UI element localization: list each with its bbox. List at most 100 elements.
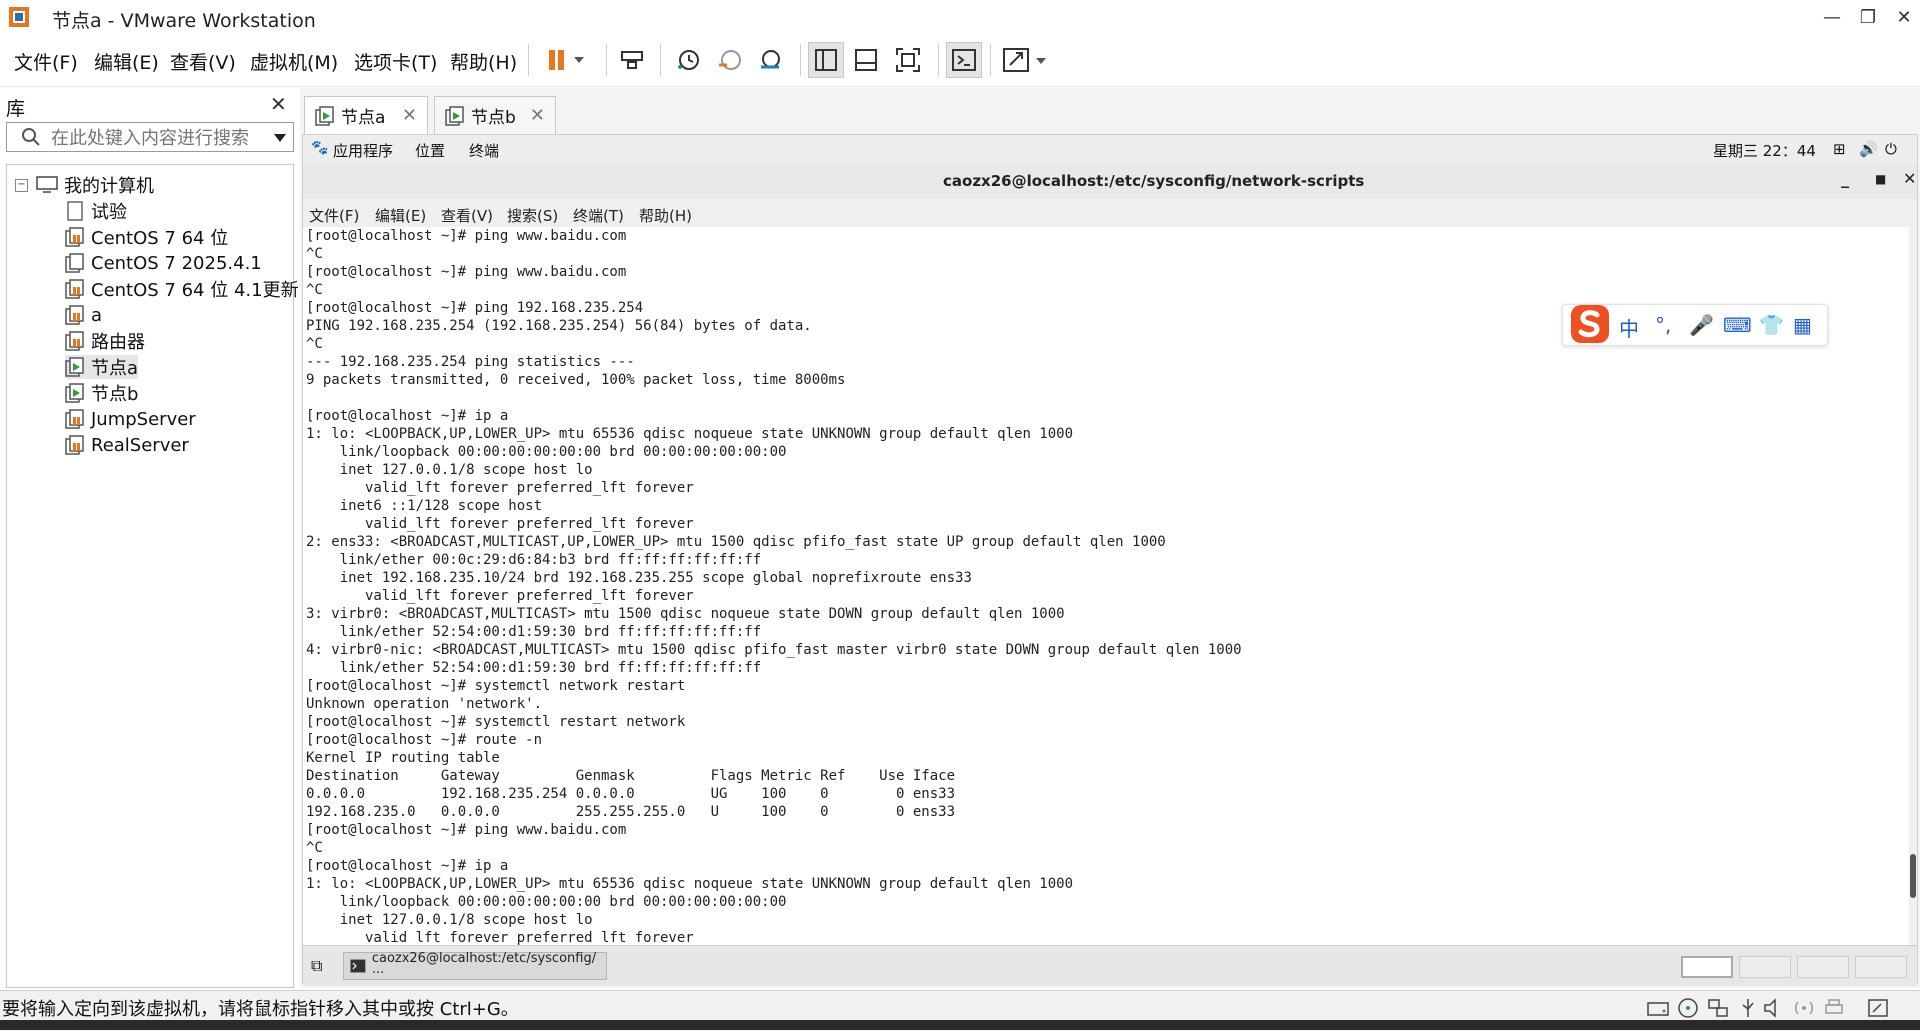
menu-view[interactable]: 查看(V) [170, 48, 236, 75]
collapse-toggle-icon[interactable]: − [15, 178, 28, 192]
workspace-3[interactable] [1797, 956, 1849, 978]
terminal-maximize-button[interactable]: ■ [1875, 172, 1886, 186]
snapshot-clock-icon [678, 50, 699, 70]
ime-language-toggle[interactable]: 中 [1619, 313, 1639, 342]
keyboard-icon[interactable]: ⌨ [1723, 313, 1752, 337]
chevron-down-icon[interactable] [273, 133, 287, 143]
terminal-menu-file[interactable]: 文件(F) [309, 205, 359, 226]
tab-label: 节点b [471, 108, 516, 128]
workspace-2[interactable] [1739, 956, 1791, 978]
tree-item-label: a [91, 304, 103, 326]
thumbnail-layout-icon [855, 49, 877, 71]
tree-item-centos7-64[interactable]: CentOS 7 64 位 [65, 225, 228, 249]
sound-card-icon[interactable] [1762, 997, 1786, 1019]
volume-icon[interactable]: 🔊 [1859, 140, 1878, 158]
printer-icon[interactable] [1822, 997, 1846, 1019]
tree-item-realserver[interactable]: RealServer [65, 433, 189, 457]
wireless-icon[interactable] [1792, 997, 1816, 1019]
tree-item-node-b[interactable]: 节点b [65, 381, 138, 405]
tree-item-label: 节点b [91, 384, 139, 405]
pause-button[interactable] [538, 42, 592, 78]
tree-item-router[interactable]: 路由器 [65, 329, 145, 353]
menu-edit[interactable]: 编辑(E) [94, 48, 159, 75]
console-view-button[interactable] [946, 42, 982, 78]
workspace-4[interactable] [1855, 956, 1907, 978]
tab-close-icon[interactable]: ✕ [530, 105, 545, 126]
menu-vm[interactable]: 虚拟机(M) [250, 48, 338, 75]
vm-running-icon [445, 105, 464, 126]
terminal-minimize-button[interactable]: _ [1841, 169, 1849, 188]
hard-disk-icon[interactable] [1646, 997, 1670, 1019]
menu-help[interactable]: 帮助(H) [450, 48, 517, 75]
tree-item-label: CentOS 7 64 位 [91, 228, 229, 249]
cd-dvd-icon[interactable] [1676, 997, 1700, 1019]
gnome-menu-places[interactable]: 位置 [415, 140, 445, 161]
show-desktop-icon[interactable]: ⧉ [311, 956, 322, 976]
power-icon[interactable]: ⏻ [1885, 140, 1897, 158]
taskbar-terminal-item[interactable]: caozx26@localhost:/etc/sysconfig/··· [343, 951, 607, 981]
guest-screen[interactable]: 🐾 应用程序 位置 终端 星期三 22：44 ⊞ 🔊 ⏻ caozx26@loc… [302, 134, 1918, 986]
vm-icon [65, 435, 84, 455]
vm-workspace: 节点a ✕ 节点b ✕ 🐾 应用程序 位置 终端 星期三 22：44 ⊞ 🔊 ⏻… [300, 88, 1920, 988]
gnome-clock[interactable]: 星期三 22：44 [1713, 140, 1816, 161]
library-search-box[interactable] [6, 122, 294, 152]
snapshot-button[interactable] [670, 42, 706, 78]
sogou-logo-icon[interactable] [1567, 301, 1613, 347]
toolbox-grid-icon[interactable]: ▦ [1793, 313, 1812, 337]
vm-icon [65, 409, 84, 429]
gnome-menu-applications[interactable]: 应用程序 [333, 140, 393, 161]
tree-item-label: 试验 [91, 202, 127, 223]
usb-icon[interactable] [1736, 997, 1760, 1019]
scrollbar-thumb[interactable] [1910, 854, 1916, 898]
tab-node-a[interactable]: 节点a ✕ [304, 96, 428, 134]
full-screen-button[interactable] [890, 42, 926, 78]
vm-running-icon [65, 383, 84, 403]
skin-shirt-icon[interactable]: 👕 [1759, 313, 1784, 337]
library-search-input[interactable] [49, 125, 263, 151]
terminal-menu-view[interactable]: 查看(V) [441, 205, 493, 226]
terminal-scrollbar[interactable] [1909, 227, 1917, 945]
gnome-menu-terminal[interactable]: 终端 [469, 140, 499, 161]
terminal-menu-help[interactable]: 帮助(H) [639, 205, 692, 226]
fullscreen-icon [896, 48, 920, 72]
show-thumbnail-bar-button[interactable] [848, 42, 884, 78]
stretch-guest-button[interactable] [998, 42, 1056, 78]
terminal-menu-search[interactable]: 搜索(S) [507, 205, 558, 226]
show-library-button[interactable] [808, 42, 844, 78]
terminal-close-button[interactable]: ✕ [1903, 169, 1916, 188]
ime-punctuation-toggle[interactable]: °, [1655, 313, 1671, 337]
vm-icon [65, 305, 84, 325]
ime-toolbar[interactable]: 中 °, 🎤 ⌨ 👕 ▦ [1562, 304, 1828, 346]
menu-file[interactable]: 文件(F) [14, 48, 78, 75]
microphone-icon[interactable]: 🎤 [1689, 313, 1714, 337]
toolbar-separator [938, 44, 939, 76]
snapshot-manager-button[interactable] [752, 42, 788, 78]
network-adapter-icon[interactable] [1706, 997, 1730, 1019]
tree-item-centos7-2025[interactable]: CentOS 7 2025.4.1 [65, 251, 262, 275]
menu-tabs[interactable]: 选项卡(T) [354, 48, 437, 75]
library-title: 库 [6, 98, 26, 120]
tree-item-node-a[interactable]: 节点a [65, 355, 139, 379]
message-log-icon[interactable] [1866, 997, 1890, 1019]
tab-node-b[interactable]: 节点b ✕ [434, 96, 556, 134]
close-window-button[interactable]: ✕ [1882, 0, 1920, 34]
tree-item-jumpserver[interactable]: JumpServer [65, 407, 196, 431]
send-ctrl-alt-del-button[interactable] [614, 42, 650, 78]
library-layout-icon [815, 49, 837, 71]
gnome-top-bar: 🐾 应用程序 位置 终端 星期三 22：44 ⊞ 🔊 ⏻ [303, 135, 1917, 164]
tree-root-label: 我的计算机 [64, 176, 154, 197]
tree-item-shiyan[interactable]: 试验 [65, 199, 127, 223]
applications-icon: 🐾 [311, 140, 329, 156]
tree-item-a[interactable]: a [65, 303, 102, 327]
revert-snapshot-button[interactable] [712, 42, 748, 78]
host-taskbar-edge [0, 1020, 1920, 1030]
workspace-1[interactable] [1681, 956, 1733, 978]
terminal-menu-edit[interactable]: 编辑(E) [375, 205, 426, 226]
tab-close-icon[interactable]: ✕ [402, 105, 417, 126]
tree-root-my-computer[interactable]: − 我的计算机 [15, 173, 154, 197]
tree-item-centos7-64-update[interactable]: CentOS 7 64 位 4.1更新 [65, 277, 299, 301]
window-title: 节点a - VMware Workstation [52, 10, 316, 32]
network-icon[interactable]: ⊞ [1833, 140, 1846, 158]
terminal-menu-terminal[interactable]: 终端(T) [573, 205, 624, 226]
library-close-button[interactable]: ✕ [270, 92, 287, 116]
